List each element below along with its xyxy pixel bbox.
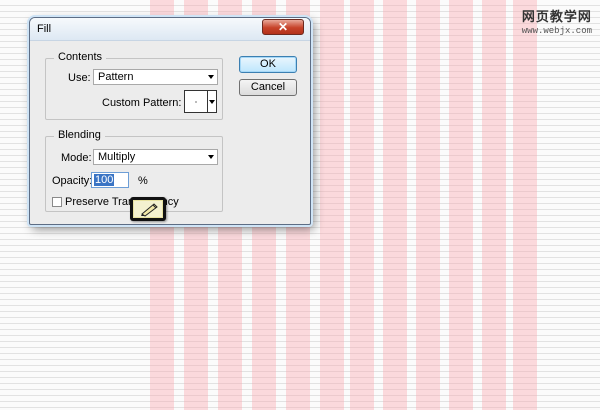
stripe <box>320 0 344 410</box>
mode-label: Mode: <box>61 152 92 164</box>
opacity-value: 100 <box>94 174 115 186</box>
opacity-unit: % <box>138 175 148 187</box>
pencil-icon <box>141 203 158 217</box>
stripe <box>482 0 506 410</box>
close-icon: ✕ <box>277 20 289 34</box>
preserve-transparency-checkbox[interactable] <box>52 197 62 207</box>
chevron-down-icon <box>208 155 214 159</box>
site-watermark: 网页教学网 www.webjx.com <box>522 6 592 36</box>
paint-bucket-cursor-icon <box>130 197 166 221</box>
stripe <box>416 0 440 410</box>
cancel-button[interactable]: Cancel <box>239 79 297 96</box>
custom-pattern-picker[interactable] <box>184 90 217 113</box>
dialog-titlebar[interactable]: Fill ✕ <box>30 18 310 41</box>
watermark-url: www.webjx.com <box>521 26 592 36</box>
close-button[interactable]: ✕ <box>262 19 304 35</box>
contents-legend: Contents <box>54 51 107 63</box>
ok-button[interactable]: OK <box>239 56 297 73</box>
stripe <box>449 0 473 410</box>
stripe <box>513 0 537 410</box>
use-select[interactable]: Pattern <box>93 69 218 85</box>
stripe <box>383 0 407 410</box>
stripe <box>350 0 374 410</box>
custom-pattern-label: Custom Pattern: <box>102 97 182 109</box>
mode-select-value: Multiply <box>98 151 136 163</box>
use-label: Use: <box>68 72 91 84</box>
pattern-swatch[interactable] <box>184 90 208 113</box>
opacity-input[interactable]: 100 <box>91 172 129 188</box>
pattern-dropdown-button[interactable] <box>207 90 217 113</box>
fill-dialog: Fill ✕ Contents Use: Pattern Custom Patt… <box>29 17 311 225</box>
watermark-title: 网页教学网 <box>521 10 592 25</box>
use-select-value: Pattern <box>98 71 134 83</box>
dialog-title: Fill <box>37 23 52 35</box>
blending-legend: Blending <box>54 129 105 141</box>
chevron-down-icon <box>208 75 214 79</box>
cursor-face <box>133 200 163 218</box>
mode-select[interactable]: Multiply <box>93 149 218 165</box>
opacity-label: Opacity: <box>52 175 93 187</box>
